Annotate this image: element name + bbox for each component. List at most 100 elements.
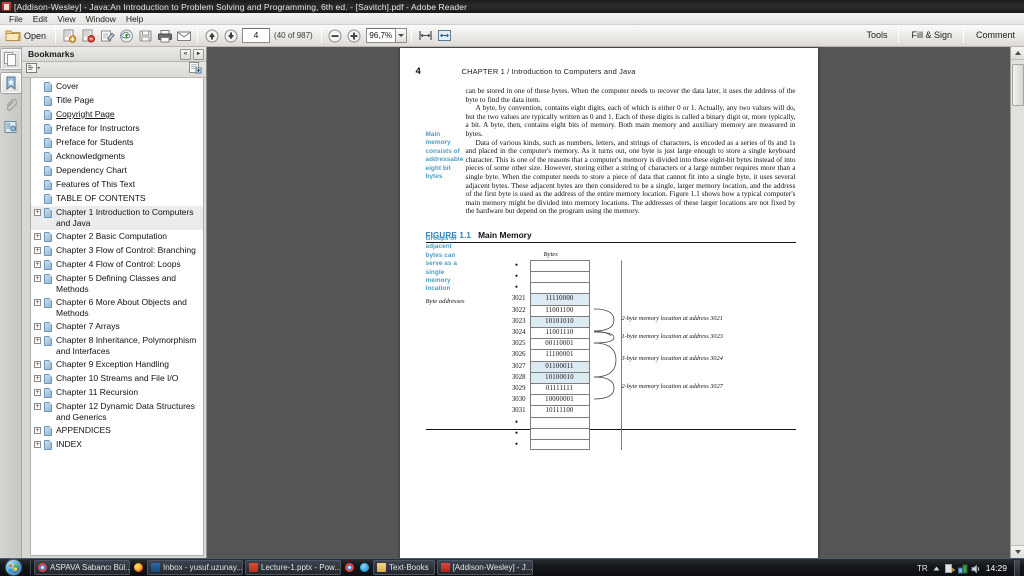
collapse-panel-button[interactable]: « bbox=[180, 48, 191, 60]
document-scrollbar[interactable] bbox=[1010, 47, 1024, 558]
taskbar-clock[interactable]: 14:29 bbox=[986, 563, 1007, 573]
save-file-icon[interactable] bbox=[61, 27, 78, 44]
expand-bookmark-icon[interactable]: + bbox=[33, 261, 42, 268]
panel-menu-button[interactable]: ▸ bbox=[193, 48, 204, 60]
bookmark-item[interactable]: + Chapter 1 Introduction to Computers and… bbox=[31, 206, 203, 230]
taskbar-item[interactable]: [Addison-Wesley] - J... bbox=[436, 560, 533, 575]
menu-window[interactable]: Window bbox=[81, 13, 121, 25]
show-hidden-icons[interactable] bbox=[932, 564, 941, 573]
expand-bookmark-icon[interactable]: + bbox=[33, 247, 42, 254]
expand-bookmark-icon[interactable]: + bbox=[33, 233, 42, 240]
bookmark-item[interactable]: Dependency Chart bbox=[31, 164, 203, 178]
document-viewport[interactable]: 4 CHAPTER 1 / Introduction to Computers … bbox=[207, 47, 1010, 558]
bookmark-page-icon bbox=[44, 124, 52, 134]
print-icon[interactable] bbox=[156, 27, 173, 44]
expand-bookmark-icon[interactable]: + bbox=[33, 209, 42, 216]
previous-page-icon[interactable] bbox=[203, 27, 220, 44]
bookmark-item[interactable]: + Chapter 2 Basic Computation bbox=[31, 230, 203, 244]
expand-bookmark-icon[interactable]: + bbox=[33, 427, 42, 434]
bookmark-options-icon[interactable] bbox=[26, 62, 41, 77]
bookmark-item[interactable]: Cover bbox=[31, 80, 203, 94]
signatures-icon[interactable] bbox=[1, 117, 21, 137]
bookmark-item[interactable]: + Chapter 5 Defining Classes and Methods bbox=[31, 272, 203, 296]
expand-bookmark-icon[interactable]: + bbox=[33, 441, 42, 448]
next-page-icon[interactable] bbox=[222, 27, 239, 44]
memory-address: • bbox=[514, 282, 519, 293]
bookmark-item[interactable]: + Chapter 6 More About Objects and Method… bbox=[31, 296, 203, 320]
bookmark-item[interactable]: + Chapter 4 Flow of Control: Loops bbox=[31, 258, 203, 272]
bookmark-item[interactable]: + APPENDICES bbox=[31, 424, 203, 438]
tools-button[interactable]: Tools bbox=[859, 26, 894, 45]
bookmark-item[interactable]: + INDEX bbox=[31, 438, 203, 452]
bookmark-item[interactable]: + Chapter 12 Dynamic Data Structures and … bbox=[31, 400, 203, 424]
scroll-down-button[interactable] bbox=[1010, 545, 1024, 558]
expand-bookmark-icon[interactable]: + bbox=[33, 375, 42, 382]
memory-table-rule bbox=[590, 349, 622, 361]
sign-document-icon[interactable] bbox=[99, 27, 116, 44]
menu-view[interactable]: View bbox=[52, 13, 80, 25]
attachments-icon[interactable] bbox=[1, 95, 21, 115]
scrollbar-track[interactable] bbox=[1010, 60, 1024, 545]
menu-edit[interactable]: Edit bbox=[28, 13, 53, 25]
new-bookmark-icon[interactable] bbox=[189, 62, 202, 77]
menubar: File Edit View Window Help bbox=[0, 13, 1024, 25]
tray-language-indicator[interactable]: TR bbox=[917, 564, 928, 573]
show-desktop-button[interactable] bbox=[1014, 560, 1020, 576]
expand-bookmark-icon[interactable]: + bbox=[33, 337, 42, 344]
bookmark-item[interactable]: + Chapter 9 Exception Handling bbox=[31, 358, 203, 372]
bookmark-item[interactable]: + Chapter 11 Recursion bbox=[31, 386, 203, 400]
bookmark-item[interactable]: Copyright Page bbox=[31, 108, 203, 122]
bookmark-item[interactable]: Features of This Text bbox=[31, 178, 203, 192]
expand-bookmark-icon[interactable]: + bbox=[33, 323, 42, 330]
fit-page-icon[interactable] bbox=[436, 27, 453, 44]
fit-width-icon[interactable] bbox=[417, 27, 434, 44]
bookmark-item[interactable]: + Chapter 7 Arrays bbox=[31, 320, 203, 334]
taskbar-item[interactable] bbox=[358, 560, 371, 575]
bookmark-item[interactable]: Acknowledgments bbox=[31, 150, 203, 164]
volume-icon[interactable] bbox=[971, 563, 980, 574]
zoom-in-icon[interactable] bbox=[346, 27, 363, 44]
taskbar-item[interactable]: Lecture-1.pptx - Pow... bbox=[245, 560, 341, 575]
start-orb-icon[interactable] bbox=[1, 559, 25, 576]
taskbar-item[interactable] bbox=[132, 560, 145, 575]
warning-flag-icon[interactable] bbox=[944, 563, 955, 573]
bookmark-item[interactable]: Title Page bbox=[31, 94, 203, 108]
zoom-level-input[interactable]: 96,7% bbox=[365, 28, 396, 43]
bookmark-item[interactable]: Preface for Students bbox=[31, 136, 203, 150]
open-button[interactable]: Open bbox=[3, 27, 51, 45]
email-icon[interactable] bbox=[175, 27, 192, 44]
zoom-out-icon[interactable] bbox=[327, 27, 344, 44]
bookmark-item[interactable]: + Chapter 8 Inheritance, Polymorphism and… bbox=[31, 334, 203, 358]
network-icon[interactable] bbox=[957, 564, 968, 573]
expand-bookmark-icon[interactable]: + bbox=[33, 361, 42, 368]
page-thumbnails-icon[interactable] bbox=[0, 49, 21, 69]
save-disk-icon[interactable] bbox=[137, 27, 154, 44]
expand-bookmark-icon[interactable]: + bbox=[33, 403, 42, 410]
windows-taskbar: ASPAVA Sabancı Bül... Inbox - yusuf.uzuna… bbox=[0, 558, 1024, 576]
bookmark-item[interactable]: + Chapter 3 Flow of Control: Branching bbox=[31, 244, 203, 258]
fill-and-sign-button[interactable]: Fill & Sign bbox=[904, 26, 959, 45]
menu-help[interactable]: Help bbox=[121, 13, 148, 25]
expand-bookmark-icon[interactable]: + bbox=[33, 299, 42, 306]
expand-bookmark-icon[interactable]: + bbox=[33, 275, 42, 282]
scroll-up-button[interactable] bbox=[1010, 47, 1024, 60]
menu-file[interactable]: File bbox=[4, 13, 28, 25]
bookmarks-icon[interactable] bbox=[0, 73, 21, 93]
comment-button[interactable]: Comment bbox=[969, 26, 1022, 45]
upload-cloud-icon[interactable] bbox=[118, 27, 135, 44]
scrollbar-thumb[interactable] bbox=[1011, 64, 1024, 106]
bookmark-item[interactable]: TABLE OF CONTENTS bbox=[31, 192, 203, 206]
taskbar-item[interactable] bbox=[343, 560, 356, 575]
taskbar-item[interactable]: Text-Books bbox=[373, 560, 435, 575]
expand-bookmark-icon[interactable]: + bbox=[33, 389, 42, 396]
taskbar-item[interactable]: ASPAVA Sabancı Bül... bbox=[34, 560, 130, 575]
attach-file-icon[interactable] bbox=[80, 27, 97, 44]
bookmark-item[interactable]: Preface for Instructors bbox=[31, 122, 203, 136]
zoom-dropdown-icon[interactable] bbox=[395, 28, 407, 43]
memory-row: 3023 10101010 bbox=[504, 315, 622, 328]
taskbar-item[interactable]: Inbox - yusuf.uzunay... bbox=[147, 560, 243, 575]
bookmarks-list[interactable]: Cover Title Page Copyright Page Preface for… bbox=[30, 78, 204, 556]
page-number-input[interactable]: 4 bbox=[242, 28, 271, 43]
bookmark-item[interactable]: + Chapter 10 Streams and File I/O bbox=[31, 372, 203, 386]
bookmark-page-icon bbox=[44, 194, 52, 204]
